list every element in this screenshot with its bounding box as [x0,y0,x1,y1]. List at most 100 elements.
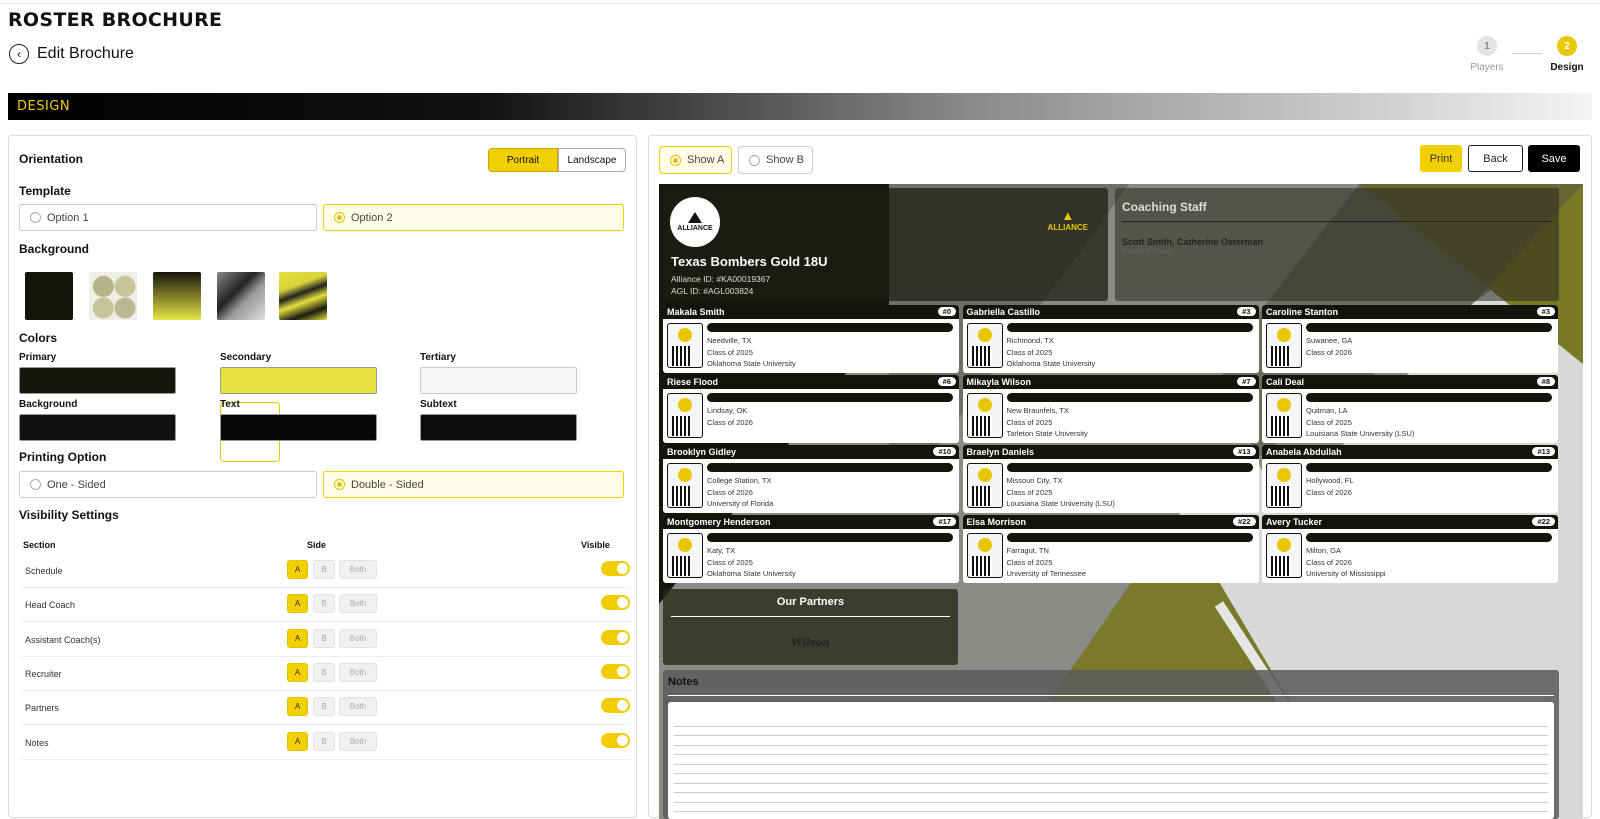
side-a-button[interactable]: A [287,560,308,579]
player-head-icon [1277,468,1291,482]
section-name: Head Coach [25,600,76,611]
background-swatch-geometric[interactable] [217,272,265,320]
save-button[interactable]: Save [1528,145,1580,172]
qr-code-icon [971,486,992,506]
player-class: Class of 2025 [1006,557,1053,567]
chevron-left-icon[interactable]: ‹ [9,44,29,64]
agl-id: AGL ID: #AGL003824 [671,286,754,296]
player-commitment: Oklahoma State University [707,569,796,578]
side-both-button[interactable]: Both [339,628,377,648]
background-swatch-solid[interactable] [25,272,73,320]
player-head-icon [1277,398,1291,412]
coaching-staff-title: Coaching Staff [1122,200,1207,214]
app-logo: ROSTER BROCHURE [8,9,223,31]
player-head-icon [678,468,692,482]
triangle-icon: ▲ [1061,208,1075,223]
show-b-option[interactable]: Show B [738,146,813,174]
player-head-icon [1277,328,1291,342]
template-option-2[interactable]: Option 2 [323,204,624,231]
player-card: Elsa Morrison #22 Farragut, TN Class of 20… [962,515,1259,583]
side-b-button[interactable]: B [313,697,335,717]
player-avatar [966,323,1003,368]
background-swatch-gradient[interactable] [153,272,201,320]
side-b-button[interactable]: B [313,594,335,614]
player-header: Makala Smith #0 [663,305,959,319]
player-commitment: Louisiana State University (LSU) [1306,429,1415,438]
visible-toggle[interactable] [601,561,630,576]
step-number: 2 [1557,36,1577,56]
player-number: #10 [933,447,956,456]
back-button[interactable]: Back [1468,145,1523,172]
step-players[interactable]: 1 Players [1462,36,1512,73]
background-swatch-circles[interactable] [89,272,137,320]
side-both-button[interactable]: Both [339,731,377,751]
player-header: Braelyn Daniels #13 [962,445,1259,459]
qr-code-icon [1271,346,1291,366]
subtext-color-picker[interactable] [420,414,577,441]
player-card: Riese Flood #6 Lindsay, OK Class of 2026 [663,375,959,443]
player-class: Class of 2025 [707,347,753,357]
side-a-button[interactable]: A [287,662,308,682]
coach-role: Assistant Coach [1122,248,1173,255]
primary-color-picker[interactable] [19,367,176,394]
player-hometown: Farragut, TN [1006,546,1049,555]
alliance-id: Alliance ID: #KA00019367 [671,274,771,284]
notes-card: Notes [663,670,1559,819]
player-avatar [966,463,1003,508]
background-color-picker[interactable] [19,414,176,441]
back-link[interactable]: ‹ Edit Brochure [9,44,134,64]
tertiary-color-picker[interactable] [420,367,577,394]
alliance-logo-small: ▲ ALLIANCE [1048,208,1088,232]
step-label: Design [1550,62,1584,73]
double-sided-option[interactable]: Double - Sided [323,471,624,498]
side-a-button[interactable]: A [287,594,308,614]
visibility-row: Head Coach A B Both [21,588,631,623]
player-avatar [1266,323,1302,368]
option-label: Show B [766,154,804,166]
player-class: Class of 2026 [1306,347,1352,357]
portrait-button[interactable]: Portrait [488,148,558,172]
background-swatch-brush[interactable] [279,272,327,320]
qr-code-icon [1271,416,1291,436]
side-b-button[interactable]: B [313,628,335,648]
secondary-color-picker[interactable] [220,367,377,394]
side-b-button[interactable]: B [313,560,335,579]
side-a-button[interactable]: A [287,697,308,717]
show-a-option[interactable]: Show A [659,146,732,174]
visible-toggle[interactable] [601,732,630,748]
side-a-button[interactable]: A [287,628,308,648]
step-design[interactable]: 2 Design [1542,36,1592,73]
side-b-button[interactable]: B [313,731,335,751]
one-sided-option[interactable]: One - Sided [19,471,317,498]
team-header-card: ALLIANCE ▲ ALLIANCE Texas Bombers Gold 18… [663,188,1108,301]
divider [671,616,950,617]
side-both-button[interactable]: Both [339,560,377,579]
player-number: #13 [1232,447,1256,456]
visible-toggle[interactable] [601,663,630,679]
player-name: Braelyn Daniels [966,447,1035,457]
player-class: Class of 2026 [707,417,753,427]
print-button[interactable]: Print [1420,145,1462,172]
side-both-button[interactable]: Both [339,662,377,682]
radio-icon [334,212,345,223]
player-commitment: Tarleton State University [1006,429,1088,438]
subtext-color-label: Subtext [420,399,457,410]
coach-names: Scott Smith, Catherine Osterman [1122,237,1264,247]
visible-toggle[interactable] [601,595,630,611]
notes-area[interactable] [668,702,1554,819]
colors-label: Colors [19,331,58,345]
visible-toggle[interactable] [601,629,630,645]
visible-toggle[interactable] [601,698,630,714]
text-color-picker[interactable] [220,414,377,441]
player-number: #0 [937,307,956,316]
side-both-button[interactable]: Both [339,594,377,614]
side-both-button[interactable]: Both [339,697,377,717]
side-a-button[interactable]: A [287,731,308,751]
player-header: Riese Flood #6 [663,375,959,389]
player-header: Gabriella Castillo #3 [962,305,1259,319]
coaching-staff-card: Coaching Staff Scott Smith, Catherine Os… [1115,188,1559,301]
landscape-button[interactable]: Landscape [558,148,626,172]
template-option-1[interactable]: Option 1 [19,204,317,231]
side-b-button[interactable]: B [313,662,335,682]
background-label: Background [19,242,90,256]
